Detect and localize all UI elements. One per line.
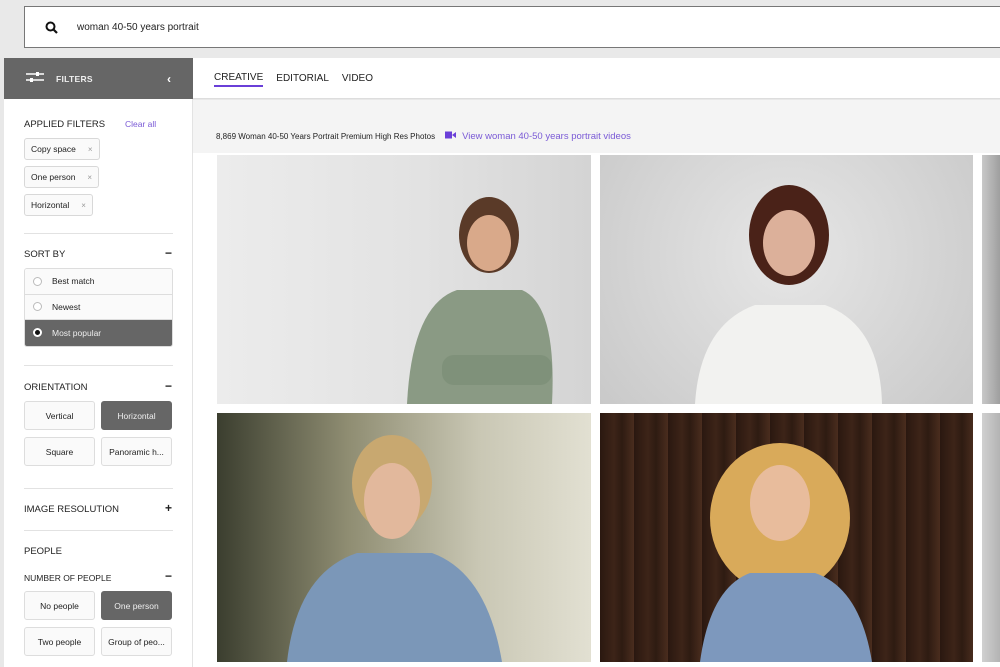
collapse-icon[interactable]: − <box>165 569 172 583</box>
chevron-left-icon[interactable]: ‹ <box>167 72 171 86</box>
image-resolution-title[interactable]: IMAGE RESOLUTION <box>24 504 119 515</box>
image-result[interactable] <box>217 413 591 662</box>
sort-option-newest[interactable]: Newest <box>25 294 172 320</box>
sort-option-label: Most popular <box>52 327 102 338</box>
chip-label: Copy space <box>31 144 76 154</box>
collapse-icon[interactable]: − <box>165 379 172 393</box>
search-icon[interactable] <box>25 21 77 34</box>
people-none[interactable]: No people <box>24 591 95 620</box>
chip-label: One person <box>31 172 76 182</box>
close-icon[interactable]: × <box>88 145 93 154</box>
sort-option-label: Newest <box>52 301 81 312</box>
close-icon[interactable]: × <box>87 173 92 182</box>
content-tabs: CREATIVE EDITORIAL VIDEO <box>193 58 1000 99</box>
tab-video[interactable]: VIDEO <box>342 71 373 86</box>
orientation-title: ORIENTATION <box>24 382 88 393</box>
video-link-label: View woman 40-50 years portrait videos <box>462 131 631 142</box>
video-link[interactable]: View woman 40-50 years portrait videos <box>445 131 631 142</box>
filter-chip-one-person[interactable]: One person × <box>24 166 100 188</box>
search-bar[interactable]: woman 40-50 years portrait <box>24 6 1000 48</box>
results-area: 8,869 Woman 40-50 Years Portrait Premium… <box>193 100 1000 667</box>
chip-label: Horizontal <box>31 200 70 210</box>
people-one[interactable]: One person <box>101 591 172 620</box>
divider <box>24 233 173 234</box>
image-result[interactable] <box>600 413 973 662</box>
tab-editorial[interactable]: EDITORIAL <box>276 71 329 86</box>
close-icon[interactable]: × <box>81 201 86 210</box>
orientation-panoramic[interactable]: Panoramic h... <box>101 437 172 466</box>
filters-header[interactable]: FILTERS ‹ <box>4 58 193 99</box>
results-summary: 8,869 Woman 40-50 Years Portrait Premium… <box>216 132 436 141</box>
sort-by-title: SORT BY <box>24 249 66 260</box>
clear-all-link[interactable]: Clear all <box>125 119 156 129</box>
filters-label: FILTERS <box>56 73 93 84</box>
sort-option-label: Best match <box>52 276 95 287</box>
portrait-figure <box>407 197 553 404</box>
search-input[interactable]: woman 40-50 years portrait <box>77 22 199 33</box>
image-result[interactable] <box>600 155 973 404</box>
portrait-figure <box>287 435 502 662</box>
top-bar: woman 40-50 years portrait <box>0 0 1000 58</box>
radio-icon <box>33 302 42 312</box>
sliders-icon <box>26 70 44 88</box>
expand-icon[interactable]: + <box>165 501 172 515</box>
applied-filters-title: APPLIED FILTERS <box>24 119 106 130</box>
filters-sidebar: APPLIED FILTERS Clear all Copy space × On… <box>4 99 193 667</box>
sort-option-best-match[interactable]: Best match <box>25 269 172 295</box>
radio-selected-icon <box>33 328 42 338</box>
number-of-people-title: NUMBER OF PEOPLE <box>24 573 112 583</box>
orientation-vertical[interactable]: Vertical <box>24 401 95 430</box>
collapse-icon[interactable]: − <box>165 246 172 260</box>
results-header: 8,869 Woman 40-50 Years Portrait Premium… <box>216 131 631 142</box>
orientation-horizontal[interactable]: Horizontal <box>101 401 172 430</box>
sort-options: Best match Newest Most popular <box>24 268 173 347</box>
people-group[interactable]: Group of peo... <box>101 627 172 656</box>
image-result[interactable] <box>982 413 1000 662</box>
orientation-square[interactable]: Square <box>24 437 95 466</box>
video-camera-icon <box>445 131 457 142</box>
people-title: PEOPLE <box>24 546 63 557</box>
divider <box>24 530 173 531</box>
portrait-figure <box>700 443 872 662</box>
image-result[interactable] <box>217 155 591 404</box>
portrait-figure <box>695 185 882 404</box>
radio-icon <box>33 276 42 286</box>
filter-chip-horizontal[interactable]: Horizontal × <box>24 194 93 216</box>
tab-creative[interactable]: CREATIVE <box>214 70 264 87</box>
image-grid <box>193 153 1000 667</box>
filter-chip-copy-space[interactable]: Copy space × <box>24 138 100 160</box>
image-result[interactable] <box>982 155 1000 404</box>
divider <box>24 365 173 366</box>
people-two[interactable]: Two people <box>24 627 95 656</box>
sort-option-most-popular[interactable]: Most popular <box>25 320 172 346</box>
divider <box>24 488 173 489</box>
